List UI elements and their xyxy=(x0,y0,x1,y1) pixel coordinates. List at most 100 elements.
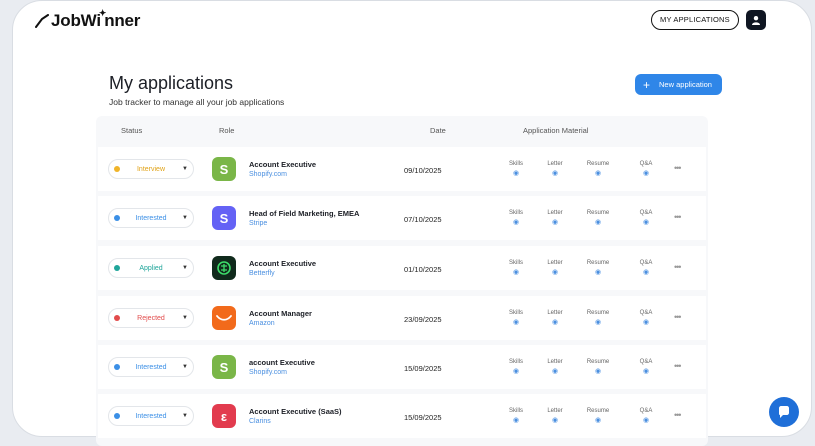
status-dot xyxy=(114,364,120,370)
material-2[interactable]: Resume ◉ xyxy=(583,310,613,326)
status-select[interactable]: Interview ▼ xyxy=(108,159,194,179)
material-1[interactable]: Letter ◉ xyxy=(540,161,570,177)
eye-icon[interactable]: ◉ xyxy=(501,367,531,375)
eye-icon[interactable]: ◉ xyxy=(540,218,570,226)
material-label: Skills xyxy=(508,260,523,266)
material-label: Letter xyxy=(547,161,563,167)
eye-icon[interactable]: ◉ xyxy=(501,318,531,326)
material-label: Resume xyxy=(586,161,610,167)
material-3[interactable]: Q&A ◉ xyxy=(631,408,661,424)
material-label: Q&A xyxy=(639,161,653,167)
material-1[interactable]: Letter ◉ xyxy=(540,408,570,424)
page-subtitle: Job tracker to manage all your job appli… xyxy=(109,97,285,107)
eye-icon[interactable]: ◉ xyxy=(631,416,661,424)
material-label: Resume xyxy=(586,408,610,414)
company-link[interactable]: Shopify.com xyxy=(249,171,287,178)
company-link[interactable]: Betterfly xyxy=(249,270,275,277)
eye-icon[interactable]: ◉ xyxy=(540,169,570,177)
table-row[interactable]: Interested ▼ ε Account Executive (SaaS) Clar… xyxy=(98,394,706,438)
eye-icon[interactable]: ◉ xyxy=(501,416,531,424)
column-header-date: Date xyxy=(430,126,446,135)
material-3[interactable]: Q&A ◉ xyxy=(631,310,661,326)
company-link[interactable]: Amazon xyxy=(249,320,275,327)
role-title: account Executive xyxy=(249,358,315,367)
status-dot xyxy=(114,166,120,172)
material-1[interactable]: Letter ◉ xyxy=(540,210,570,226)
eye-icon[interactable]: ◉ xyxy=(583,268,613,276)
status-select[interactable]: Applied ▼ xyxy=(108,258,194,278)
material-0[interactable]: Skills ◉ xyxy=(501,161,531,177)
material-0[interactable]: Skills ◉ xyxy=(501,359,531,375)
eye-icon[interactable]: ◉ xyxy=(540,416,570,424)
material-2[interactable]: Resume ◉ xyxy=(583,359,613,375)
material-2[interactable]: Resume ◉ xyxy=(583,210,613,226)
more-icon[interactable]: ••• xyxy=(674,212,682,222)
material-label: Letter xyxy=(547,260,563,266)
status-select[interactable]: Interested ▼ xyxy=(108,208,194,228)
status-label: Rejected xyxy=(137,314,165,322)
material-1[interactable]: Letter ◉ xyxy=(540,260,570,276)
eye-icon[interactable]: ◉ xyxy=(501,169,531,177)
application-date: 15/09/2025 xyxy=(404,413,442,422)
more-icon[interactable]: ••• xyxy=(674,312,682,322)
eye-icon[interactable]: ◉ xyxy=(540,367,570,375)
table-row[interactable]: Interested ▼ S Head of Field Marketing, EME… xyxy=(98,196,706,240)
eye-icon[interactable]: ◉ xyxy=(501,268,531,276)
eye-icon[interactable]: ◉ xyxy=(540,268,570,276)
material-0[interactable]: Skills ◉ xyxy=(501,210,531,226)
eye-icon[interactable]: ◉ xyxy=(583,318,613,326)
logo-glyph: S xyxy=(219,359,229,375)
more-icon[interactable]: ••• xyxy=(674,163,682,173)
eye-icon[interactable]: ◉ xyxy=(540,318,570,326)
more-icon[interactable]: ••• xyxy=(674,361,682,371)
company-link[interactable]: Clarins xyxy=(249,418,271,425)
material-1[interactable]: Letter ◉ xyxy=(540,310,570,326)
eye-icon[interactable]: ◉ xyxy=(583,367,613,375)
eye-icon[interactable]: ◉ xyxy=(583,218,613,226)
material-3[interactable]: Q&A ◉ xyxy=(631,210,661,226)
my-applications-button[interactable]: MY APPLICATIONS xyxy=(651,10,739,30)
eye-icon[interactable]: ◉ xyxy=(583,416,613,424)
more-icon[interactable]: ••• xyxy=(674,410,682,420)
material-2[interactable]: Resume ◉ xyxy=(583,408,613,424)
company-link[interactable]: Stripe xyxy=(249,220,267,227)
eye-icon[interactable]: ◉ xyxy=(631,268,661,276)
chevron-down-icon: ▼ xyxy=(182,364,188,370)
material-label: Q&A xyxy=(639,210,653,216)
eye-icon[interactable]: ◉ xyxy=(631,367,661,375)
material-label: Skills xyxy=(508,310,523,316)
status-select[interactable]: Rejected ▼ xyxy=(108,308,194,328)
table-row[interactable]: Applied ▼ Account Executive Betterfly 01/10/… xyxy=(98,246,706,290)
material-0[interactable]: Skills ◉ xyxy=(501,310,531,326)
table-row[interactable]: Interview ▼ S Account Executive Shopify.com 0… xyxy=(98,147,706,191)
application-date: 01/10/2025 xyxy=(404,265,442,274)
role-title: Account Manager xyxy=(249,309,312,318)
status-select[interactable]: Interested ▼ xyxy=(108,406,194,426)
material-0[interactable]: Skills ◉ xyxy=(501,408,531,424)
chevron-down-icon: ▼ xyxy=(182,265,188,271)
eye-icon[interactable]: ◉ xyxy=(501,218,531,226)
material-3[interactable]: Q&A ◉ xyxy=(631,260,661,276)
table-row[interactable]: Rejected ▼ Account Manager Amazon 23/09/2025… xyxy=(98,296,706,340)
material-2[interactable]: Resume ◉ xyxy=(583,260,613,276)
material-0[interactable]: Skills ◉ xyxy=(501,260,531,276)
chat-button[interactable] xyxy=(769,397,799,427)
brand-logo[interactable]: JobWi ✦ nner xyxy=(35,8,140,31)
eye-icon[interactable]: ◉ xyxy=(631,318,661,326)
material-2[interactable]: Resume ◉ xyxy=(583,161,613,177)
status-select[interactable]: Interested ▼ xyxy=(108,357,194,377)
shopify-logo: S xyxy=(212,157,236,181)
eye-icon[interactable]: ◉ xyxy=(631,169,661,177)
company-link[interactable]: Shopify.com xyxy=(249,369,287,376)
user-menu-button[interactable] xyxy=(746,10,766,30)
eye-icon[interactable]: ◉ xyxy=(631,218,661,226)
material-label: Skills xyxy=(508,408,523,414)
more-icon[interactable]: ••• xyxy=(674,262,682,272)
material-3[interactable]: Q&A ◉ xyxy=(631,359,661,375)
material-3[interactable]: Q&A ◉ xyxy=(631,161,661,177)
material-1[interactable]: Letter ◉ xyxy=(540,359,570,375)
new-application-button[interactable]: + New application xyxy=(635,74,722,95)
table-row[interactable]: Interested ▼ Saccount Executive Shopify.com… xyxy=(98,345,706,389)
eye-icon[interactable]: ◉ xyxy=(583,169,613,177)
logo-mark-icon xyxy=(35,14,49,28)
